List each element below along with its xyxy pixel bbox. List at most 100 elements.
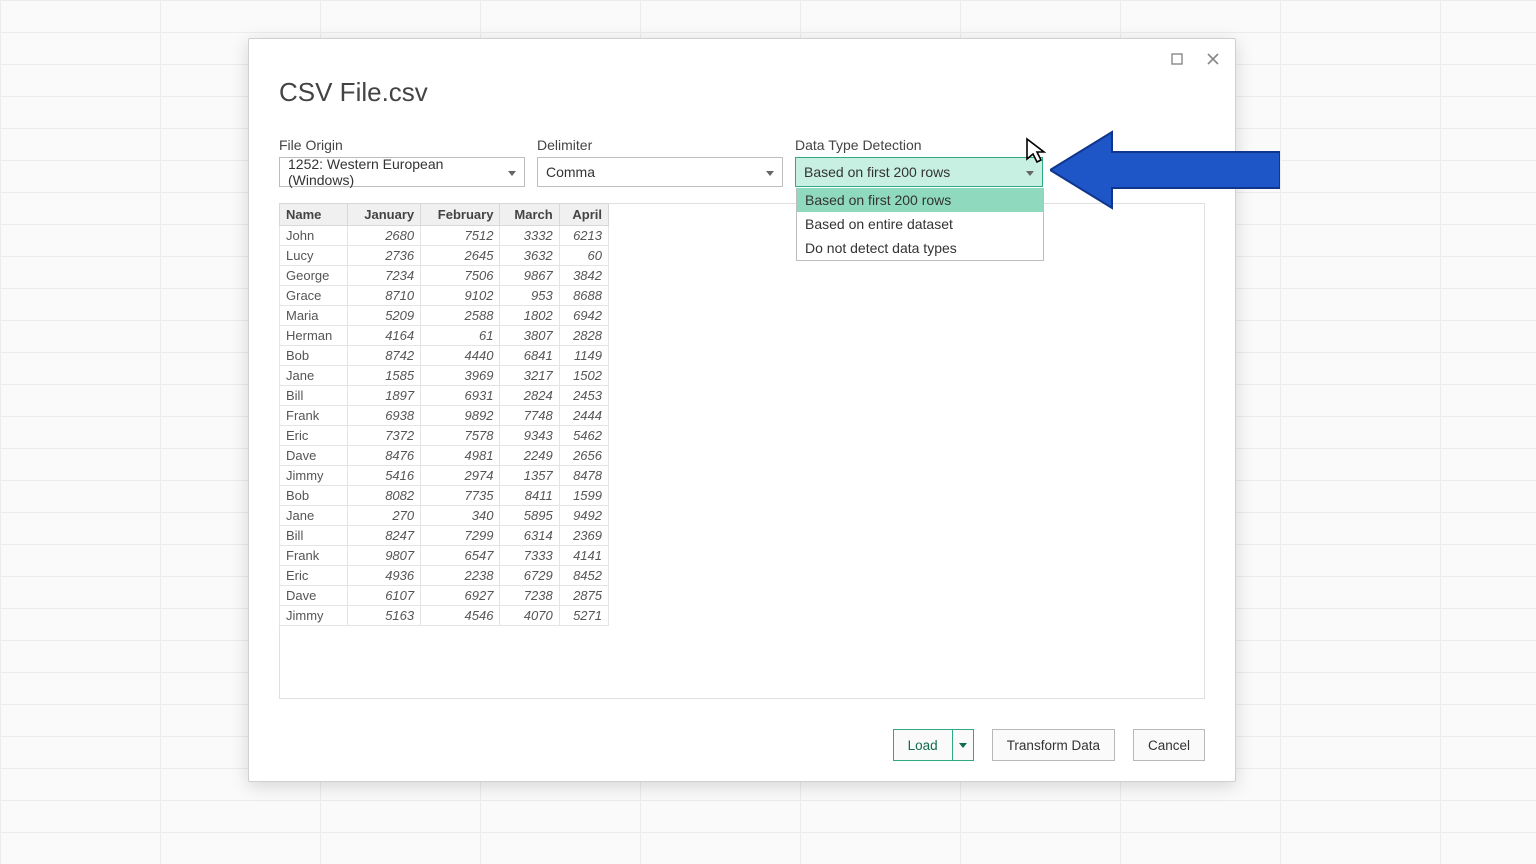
value-cell: 3969 xyxy=(421,366,500,386)
name-cell: John xyxy=(280,226,348,246)
name-cell: Eric xyxy=(280,566,348,586)
transform-button-label: Transform Data xyxy=(1007,738,1100,753)
name-cell: Dave xyxy=(280,446,348,466)
maximize-button[interactable] xyxy=(1163,45,1191,73)
value-cell: 2736 xyxy=(348,246,421,266)
value-cell: 7512 xyxy=(421,226,500,246)
titlebar xyxy=(1163,45,1227,73)
table-row[interactable]: Jane1585396932171502 xyxy=(280,366,609,386)
table-row[interactable]: Jane27034058959492 xyxy=(280,506,609,526)
table-row[interactable]: Eric4936223867298452 xyxy=(280,566,609,586)
table-row[interactable]: John2680751233326213 xyxy=(280,226,609,246)
table-row[interactable]: Eric7372757893435462 xyxy=(280,426,609,446)
value-cell: 7506 xyxy=(421,266,500,286)
table-row[interactable]: Bill1897693128242453 xyxy=(280,386,609,406)
load-dropdown-caret[interactable] xyxy=(952,729,974,761)
value-cell: 2656 xyxy=(559,446,608,466)
name-cell: Lucy xyxy=(280,246,348,266)
value-cell: 2828 xyxy=(559,326,608,346)
cancel-button[interactable]: Cancel xyxy=(1133,729,1205,761)
table-row[interactable]: Grace871091029538688 xyxy=(280,286,609,306)
value-cell: 9492 xyxy=(559,506,608,526)
table-row[interactable]: Dave8476498122492656 xyxy=(280,446,609,466)
value-cell: 3807 xyxy=(500,326,559,346)
value-cell: 2875 xyxy=(559,586,608,606)
dialog-title: CSV File.csv xyxy=(279,77,428,108)
value-cell: 8688 xyxy=(559,286,608,306)
value-cell: 2588 xyxy=(421,306,500,326)
value-cell: 7234 xyxy=(348,266,421,286)
value-cell: 6931 xyxy=(421,386,500,406)
table-row[interactable]: Lucy27362645363260 xyxy=(280,246,609,266)
load-split-button: Load xyxy=(893,729,974,761)
value-cell: 6547 xyxy=(421,546,500,566)
file-origin-dropdown[interactable]: 1252: Western European (Windows) xyxy=(279,157,525,187)
table-row[interactable]: Dave6107692772382875 xyxy=(280,586,609,606)
value-cell: 340 xyxy=(421,506,500,526)
option-entire-dataset[interactable]: Based on entire dataset xyxy=(797,212,1043,236)
value-cell: 7578 xyxy=(421,426,500,446)
cancel-button-label: Cancel xyxy=(1148,738,1190,753)
close-icon xyxy=(1207,53,1219,65)
value-cell: 5209 xyxy=(348,306,421,326)
value-cell: 9867 xyxy=(500,266,559,286)
value-cell: 6729 xyxy=(500,566,559,586)
table-row[interactable]: Bob8742444068411149 xyxy=(280,346,609,366)
value-cell: 2645 xyxy=(421,246,500,266)
value-cell: 1149 xyxy=(559,346,608,366)
value-cell: 8742 xyxy=(348,346,421,366)
table-row[interactable]: Jimmy5163454640705271 xyxy=(280,606,609,626)
option-first-200-rows[interactable]: Based on first 200 rows xyxy=(797,188,1043,212)
data-type-detection-options: Based on first 200 rows Based on entire … xyxy=(796,188,1044,261)
transform-data-button[interactable]: Transform Data xyxy=(992,729,1115,761)
value-cell: 6938 xyxy=(348,406,421,426)
data-type-detection-value: Based on first 200 rows xyxy=(804,164,950,180)
value-cell: 8476 xyxy=(348,446,421,466)
table-row[interactable]: Frank6938989277482444 xyxy=(280,406,609,426)
value-cell: 8082 xyxy=(348,486,421,506)
value-cell: 2453 xyxy=(559,386,608,406)
table-row[interactable]: Frank9807654773334141 xyxy=(280,546,609,566)
value-cell: 2824 xyxy=(500,386,559,406)
value-cell: 2369 xyxy=(559,526,608,546)
name-cell: Bob xyxy=(280,486,348,506)
value-cell: 7238 xyxy=(500,586,559,606)
table-row[interactable]: Bob8082773584111599 xyxy=(280,486,609,506)
name-cell: Bill xyxy=(280,386,348,406)
value-cell: 1599 xyxy=(559,486,608,506)
column-header: March xyxy=(500,204,559,226)
value-cell: 61 xyxy=(421,326,500,346)
option-do-not-detect[interactable]: Do not detect data types xyxy=(797,236,1043,260)
cursor-icon xyxy=(1025,137,1047,163)
value-cell: 4070 xyxy=(500,606,559,626)
table-row[interactable]: Bill8247729963142369 xyxy=(280,526,609,546)
value-cell: 6107 xyxy=(348,586,421,606)
table-row[interactable]: Maria5209258818026942 xyxy=(280,306,609,326)
value-cell: 4546 xyxy=(421,606,500,626)
column-header: April xyxy=(559,204,608,226)
name-cell: Grace xyxy=(280,286,348,306)
value-cell: 953 xyxy=(500,286,559,306)
delimiter-dropdown[interactable]: Comma xyxy=(537,157,783,187)
data-type-detection-dropdown[interactable]: Based on first 200 rows Based on first 2… xyxy=(795,157,1043,187)
value-cell: 5895 xyxy=(500,506,559,526)
table-row[interactable]: Herman41646138072828 xyxy=(280,326,609,346)
preview-table: NameJanuaryFebruaryMarchApril John268075… xyxy=(279,203,609,626)
table-row[interactable]: Jimmy5416297413578478 xyxy=(280,466,609,486)
value-cell: 4981 xyxy=(421,446,500,466)
delimiter-label: Delimiter xyxy=(537,137,783,153)
table-row[interactable]: George7234750698673842 xyxy=(280,266,609,286)
value-cell: 8710 xyxy=(348,286,421,306)
delimiter-value: Comma xyxy=(546,164,595,180)
value-cell: 3842 xyxy=(559,266,608,286)
value-cell: 3217 xyxy=(500,366,559,386)
table-header-row: NameJanuaryFebruaryMarchApril xyxy=(280,204,609,226)
close-button[interactable] xyxy=(1199,45,1227,73)
value-cell: 60 xyxy=(559,246,608,266)
maximize-icon xyxy=(1171,53,1183,65)
data-type-detection-label: Data Type Detection xyxy=(795,137,1043,153)
load-button[interactable]: Load xyxy=(893,729,952,761)
value-cell: 7735 xyxy=(421,486,500,506)
value-cell: 1585 xyxy=(348,366,421,386)
value-cell: 6314 xyxy=(500,526,559,546)
